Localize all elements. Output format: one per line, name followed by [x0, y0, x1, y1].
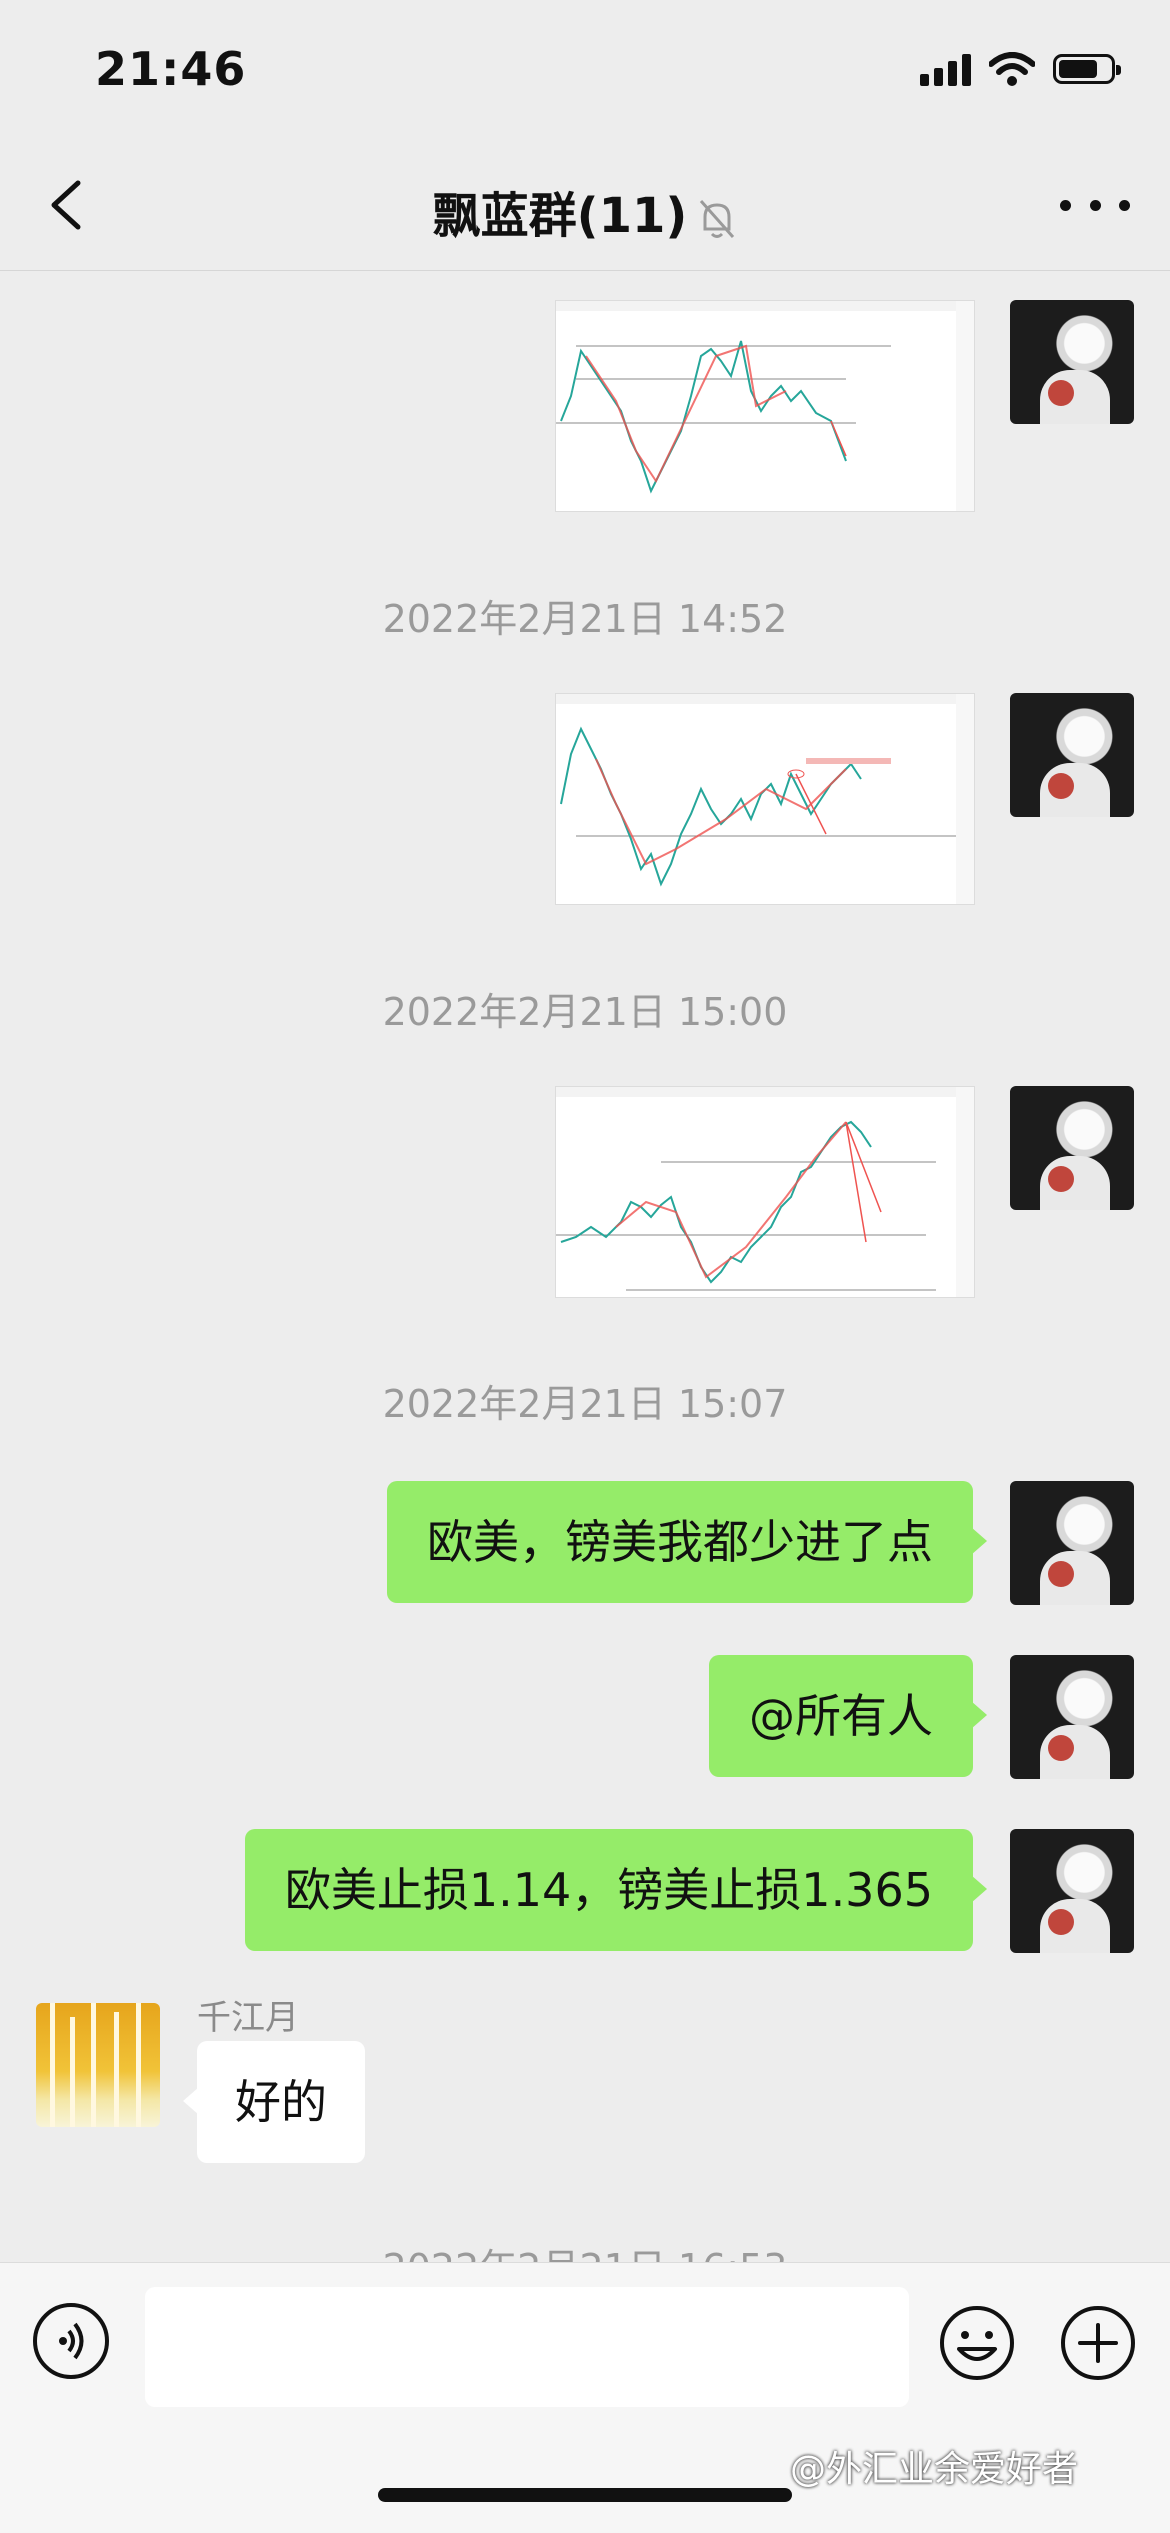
- chat-title-text: 飘蓝群(11): [432, 188, 688, 244]
- plus-icon[interactable]: [1058, 2303, 1138, 2383]
- timestamp: 2022年2月21日 14:52: [382, 597, 788, 641]
- status-time: 21:46: [95, 42, 247, 96]
- voice-icon[interactable]: [33, 2303, 109, 2379]
- avatar-me[interactable]: [1010, 1086, 1134, 1210]
- forex-chart-thumbnail-2: [556, 694, 974, 904]
- sender-name: 千江月: [197, 1998, 299, 2038]
- text-message-bubble-other[interactable]: 好的: [183, 2041, 365, 2163]
- chat-title: 飘蓝群(11): [0, 176, 1170, 246]
- forex-chart-thumbnail-1: [556, 301, 974, 511]
- wifi-icon: [989, 52, 1035, 86]
- text-message-bubble[interactable]: 欧美，镑美我都少进了点: [387, 1481, 987, 1603]
- text-message-bubble[interactable]: @所有人: [709, 1655, 987, 1777]
- avatar-me[interactable]: [1010, 693, 1134, 817]
- avatar-me[interactable]: [1010, 300, 1134, 424]
- text-message-bubble[interactable]: 欧美止损1.14，镑美止损1.365: [244, 1829, 988, 1951]
- bell-muted-icon: [700, 200, 735, 238]
- more-dots-icon[interactable]: [1060, 185, 1130, 225]
- avatar-other[interactable]: [36, 2003, 160, 2127]
- avatar-me[interactable]: [1010, 1829, 1134, 1953]
- home-indicator: [378, 2488, 792, 2502]
- emoji-icon[interactable]: [937, 2303, 1017, 2383]
- avatar-me[interactable]: [1010, 1481, 1134, 1605]
- status-icons: [920, 52, 1121, 86]
- watermark: @外汇业余爱好者: [790, 2449, 1079, 2490]
- image-message-chart-1[interactable]: [555, 300, 975, 512]
- avatar-me[interactable]: [1010, 1655, 1134, 1779]
- message-input[interactable]: [145, 2287, 909, 2407]
- cellular-signal-icon: [920, 52, 971, 86]
- status-bar: 21:46: [0, 0, 1170, 140]
- timestamp: 2022年2月21日 15:07: [382, 1382, 788, 1426]
- chat-header: 飘蓝群(11): [0, 140, 1170, 271]
- forex-chart-thumbnail-3: [556, 1087, 974, 1297]
- image-message-chart-2[interactable]: [555, 693, 975, 905]
- image-message-chart-3[interactable]: [555, 1086, 975, 1298]
- timestamp: 2022年2月21日 15:00: [382, 990, 788, 1034]
- timestamp-partial: 2022年2月21日 16:53: [0, 2238, 1170, 2262]
- battery-icon: [1053, 54, 1121, 84]
